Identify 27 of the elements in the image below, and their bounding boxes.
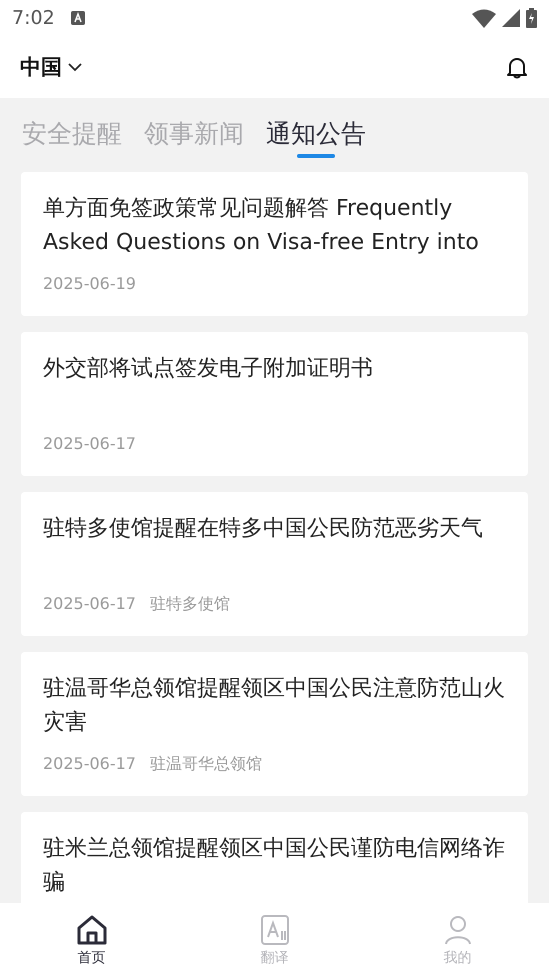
article-date: 2025-06-17 xyxy=(43,754,136,774)
article-source: 驻特多使馆 xyxy=(150,594,230,614)
article-date: 2025-06-17 xyxy=(43,434,136,454)
article-title: 外交部将试点签发电子附加证明书 xyxy=(43,355,374,383)
article-card[interactable]: 单方面免签政策常见问题解答 Frequently Asked Questions on Visa-free Entry into 2025-06-19 xyxy=(21,172,528,316)
article-title: 驻温哥华总领馆提醒领区中国公民注意防范山火灾害 xyxy=(43,675,506,737)
wifi-icon xyxy=(472,8,496,28)
article-date: 2025-06-17 xyxy=(43,594,136,614)
status-time: 7:02 xyxy=(12,7,55,29)
nav-tab[interactable]: 首页 xyxy=(0,903,183,977)
article-title: 单方面免签政策常见问题解答 Frequently Asked Questions on Visa-free Entry into xyxy=(43,195,480,257)
article-card[interactable]: 驻温哥华总领馆提醒领区中国公民注意防范山火灾害 2025-06-17 驻温哥华总领馆 xyxy=(21,652,528,796)
article-card[interactable]: 驻特多使馆提醒在特多中国公民防范恶劣天气 2025-06-17 驻特多使馆 xyxy=(21,492,528,636)
article-title: 驻特多使馆提醒在特多中国公民防范恶劣天气 xyxy=(43,515,484,543)
bell-icon[interactable] xyxy=(505,55,529,79)
battery-icon xyxy=(526,8,537,28)
article-card[interactable]: 驻米兰总领馆提醒领区中国公民谨防电信网络诈骗 xyxy=(21,812,528,903)
signal-icon xyxy=(502,9,520,27)
notification-icon xyxy=(70,11,85,25)
category-tab[interactable]: 通知公告 xyxy=(266,110,366,158)
article-source: 驻温哥华总领馆 xyxy=(150,754,262,774)
region-selector[interactable]: 中国 xyxy=(20,53,62,81)
chevron-down-icon[interactable] xyxy=(68,62,82,72)
article-date: 2025-06-19 xyxy=(43,274,136,294)
article-title: 驻米兰总领馆提醒领区中国公民谨防电信网络诈骗 xyxy=(43,835,506,897)
article-card[interactable]: 外交部将试点签发电子附加证明书 2025-06-17 xyxy=(21,332,528,476)
home-icon xyxy=(74,913,108,947)
